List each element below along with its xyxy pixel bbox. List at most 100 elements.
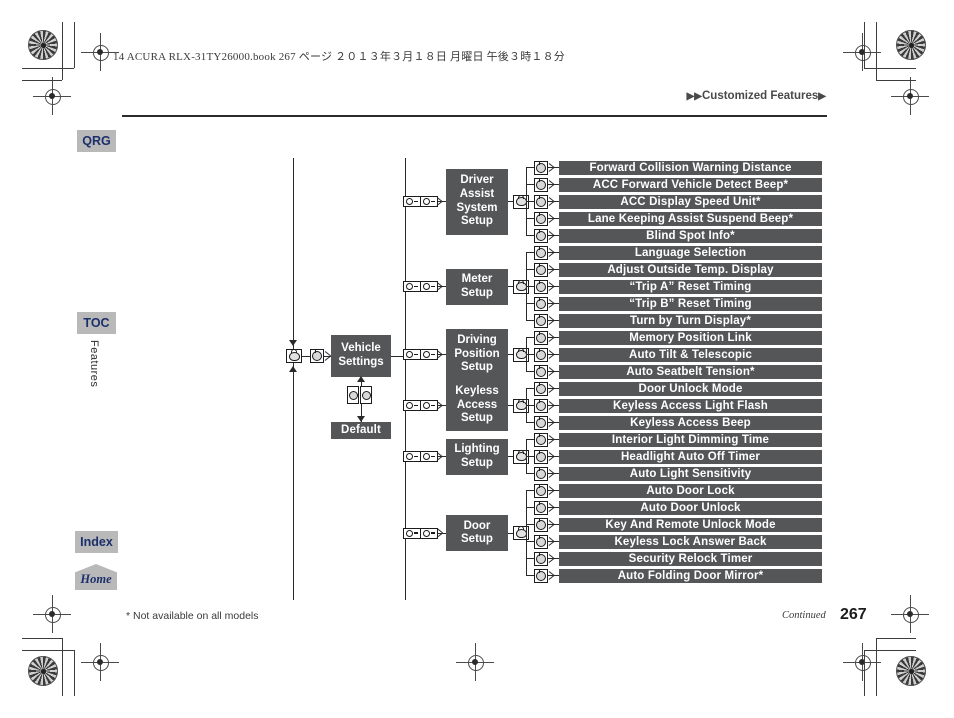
sidebar-item-home[interactable]: Home <box>75 564 117 590</box>
menu-item-bar[interactable]: Auto Door Lock <box>559 483 822 498</box>
selector-knob-icon-driving-position-setup-2[interactable] <box>534 364 548 379</box>
group-box-driver-assist-system-setup-line-0: Driver <box>460 174 494 187</box>
selector-knob-icon-lighting-setup-1[interactable] <box>534 449 548 464</box>
menu-item-bar[interactable]: Adjust Outside Temp. Display <box>559 262 822 277</box>
menu-item-bar[interactable]: Auto Light Sensitivity <box>559 466 822 481</box>
crop-target-right-lower <box>891 595 929 633</box>
selector-knob-icon-keyless-access-setup-1[interactable] <box>534 398 548 413</box>
crop-line-tr-h2 <box>876 80 916 81</box>
item-tail-door-setup-2 <box>548 524 559 526</box>
item-lead-meter-setup-1 <box>526 269 534 271</box>
menu-item-label: Keyless Access Beep <box>630 416 751 429</box>
item-tail-keyless-access-setup-1 <box>548 405 559 407</box>
item-tail-door-setup-5 <box>548 575 559 577</box>
running-head-suffix-icon: ▶ <box>818 91 826 102</box>
selector-knob-icon-driver-assist-system-setup-1[interactable] <box>534 177 548 192</box>
selector-knob-icon-meter-setup-0[interactable] <box>534 245 548 260</box>
selector-knob-icon-keyless-access-setup-0[interactable] <box>534 381 548 396</box>
menu-item-bar[interactable]: Blind Spot Info* <box>559 228 822 243</box>
menu-item-bar[interactable]: Keyless Lock Answer Back <box>559 534 822 549</box>
menu-item-bar[interactable]: ACC Forward Vehicle Detect Beep* <box>559 177 822 192</box>
menu-item-bar[interactable]: Forward Collision Warning Distance <box>559 160 822 175</box>
hub-connector-driving-position-setup <box>508 354 513 356</box>
menu-item-bar[interactable]: Headlight Auto Off Timer <box>559 449 822 464</box>
selector-knob-icon-root[interactable] <box>310 349 324 363</box>
menu-item-bar[interactable]: Keyless Access Beep <box>559 415 822 430</box>
crop-line-tl-h1 <box>22 68 74 69</box>
selector-knob-icon-meter-setup-1[interactable] <box>534 262 548 277</box>
phone-button-icon[interactable] <box>286 349 302 363</box>
crop-target-right-upper <box>891 77 929 115</box>
selector-knob-icon-door-setup-0[interactable] <box>534 483 548 498</box>
menu-item-bar[interactable]: Auto Seatbelt Tension* <box>559 364 822 379</box>
selector-knob-icon-driver-assist-system-setup-3[interactable] <box>534 211 548 226</box>
menu-item-bar[interactable]: Memory Position Link <box>559 330 822 345</box>
selector-knob-icon-default-left[interactable] <box>347 386 359 404</box>
menu-item-bar[interactable]: Interior Light Dimming Time <box>559 432 822 447</box>
menu-item-bar[interactable]: Auto Door Unlock <box>559 500 822 515</box>
group-box-keyless-access-setup[interactable]: Keyless Access Setup <box>446 380 508 432</box>
root-feed-line <box>293 186 294 344</box>
menu-item-bar[interactable]: “Trip B” Reset Timing <box>559 296 822 311</box>
selector-knob-icon-keyless-access-setup-2[interactable] <box>534 415 548 430</box>
menu-item-label: Keyless Lock Answer Back <box>614 535 767 548</box>
enter-button-icon-door-setup-0[interactable] <box>403 527 421 539</box>
item-lead-keyless-access-setup-2 <box>526 422 534 424</box>
menu-item-label: “Trip A” Reset Timing <box>629 280 752 293</box>
menu-item-bar[interactable]: Auto Tilt & Telescopic <box>559 347 822 362</box>
sidebar-item-index[interactable]: Index <box>75 531 118 553</box>
sidebar-item-qrg[interactable]: QRG <box>77 130 116 152</box>
group-box-driver-assist-system-setup[interactable]: Driver Assist System Setup <box>446 168 508 235</box>
selector-knob-icon-driver-assist-system-setup-2[interactable] <box>534 194 548 209</box>
group-feed-arrow-driving-position-setup <box>437 350 445 360</box>
menu-item-bar[interactable]: Security Relock Timer <box>559 551 822 566</box>
running-head-prefix-icon: ▶▶ <box>686 91 702 102</box>
sidebar-item-qrg-label: QRG <box>82 134 111 148</box>
vehicle-settings-box[interactable]: Vehicle Settings <box>331 335 391 377</box>
item-lead-door-setup-5 <box>526 575 534 577</box>
sidebar-item-toc[interactable]: TOC <box>77 312 116 334</box>
group-box-driving-position-setup[interactable]: Driving Position Setup <box>446 329 508 381</box>
selector-knob-icon-meter-setup-2[interactable] <box>534 279 548 294</box>
menu-item-bar[interactable]: Keyless Access Light Flash <box>559 398 822 413</box>
page-number: 267 <box>840 606 867 623</box>
book-header-line: 14 ACURA RLX-31TY26000.book 267 ページ ２０１３… <box>113 51 565 63</box>
enter-button-icon-keyless-access-setup-0[interactable] <box>403 400 421 412</box>
item-tail-driver-assist-system-setup-4 <box>548 235 559 237</box>
group-box-door-setup[interactable]: Door Setup <box>446 515 508 552</box>
default-box[interactable]: Default <box>331 422 391 439</box>
group-feed-arrow-lighting-setup <box>437 452 445 462</box>
selector-knob-icon-door-setup-1[interactable] <box>534 500 548 515</box>
selector-knob-icon-driving-position-setup-1[interactable] <box>534 347 548 362</box>
selector-knob-icon-meter-setup-4[interactable] <box>534 313 548 328</box>
group-box-meter-setup[interactable]: Meter Setup <box>446 268 508 305</box>
menu-item-bar[interactable]: Turn by Turn Display* <box>559 313 822 328</box>
menu-item-bar[interactable]: Language Selection <box>559 245 822 260</box>
selector-knob-icon-lighting-setup-2[interactable] <box>534 466 548 481</box>
menu-item-bar[interactable]: ACC Display Speed Unit* <box>559 194 822 209</box>
group-box-lighting-setup[interactable]: Lighting Setup <box>446 438 508 475</box>
selector-knob-icon-door-setup-3[interactable] <box>534 534 548 549</box>
selector-knob-icon-meter-setup-3[interactable] <box>534 296 548 311</box>
selector-knob-icon-door-setup-2[interactable] <box>534 517 548 532</box>
item-tail-driver-assist-system-setup-2 <box>548 201 559 203</box>
selector-knob-icon-lighting-setup-0[interactable] <box>534 432 548 447</box>
menu-item-bar[interactable]: “Trip A” Reset Timing <box>559 279 822 294</box>
menu-item-bar[interactable]: Auto Folding Door Mirror* <box>559 568 822 583</box>
selector-knob-icon-driving-position-setup-0[interactable] <box>534 330 548 345</box>
enter-button-icon-lighting-setup-0[interactable] <box>403 451 421 463</box>
selector-knob-icon-door-setup-4[interactable] <box>534 551 548 566</box>
selector-knob-icon-default-right[interactable] <box>360 386 372 404</box>
item-rail-door-setup <box>526 490 527 576</box>
menu-item-bar[interactable]: Key And Remote Unlock Mode <box>559 517 822 532</box>
selector-knob-icon-driver-assist-system-setup-0[interactable] <box>534 160 548 175</box>
menu-item-bar[interactable]: Lane Keeping Assist Suspend Beep* <box>559 211 822 226</box>
enter-button-icon-driver-assist-system-setup-0[interactable] <box>403 196 421 208</box>
enter-button-icon-driving-position-setup-0[interactable] <box>403 349 421 361</box>
menu-item-bar[interactable]: Door Unlock Mode <box>559 381 822 396</box>
sidebar-item-home-label: Home <box>80 572 112 586</box>
selector-knob-icon-driver-assist-system-setup-4[interactable] <box>534 228 548 243</box>
enter-button-icon-door-setup-1[interactable] <box>420 527 438 539</box>
enter-button-icon-meter-setup-0[interactable] <box>403 281 421 293</box>
selector-knob-icon-door-setup-5[interactable] <box>534 568 548 583</box>
